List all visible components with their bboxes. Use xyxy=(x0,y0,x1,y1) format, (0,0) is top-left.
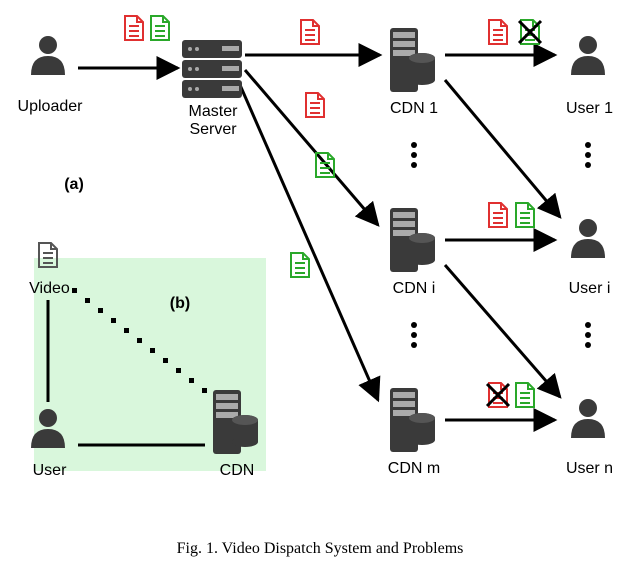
user-b-label: User xyxy=(22,462,77,480)
user1-label: User 1 xyxy=(557,100,622,118)
user-dots-1 xyxy=(585,142,591,168)
doc-red-to-useri xyxy=(489,203,507,227)
cdnm-label: CDN m xyxy=(378,460,450,478)
doc-green-upload xyxy=(151,16,169,40)
video-doc-icon xyxy=(39,243,57,267)
cdn-dots-1 xyxy=(411,142,417,168)
edge-master-cdnm xyxy=(240,85,378,400)
cdni-label: CDN i xyxy=(384,280,444,298)
doc-green-to-cdnm xyxy=(291,253,309,277)
figure-caption: Fig. 1. Video Dispatch System and Proble… xyxy=(0,540,640,558)
video-label: Video xyxy=(22,280,77,298)
panel-a-label: (a) xyxy=(54,176,94,194)
cdn-dots-2 xyxy=(411,322,417,348)
master-server-line2: Server xyxy=(189,121,236,138)
doc-red-to-cdn1 xyxy=(301,20,319,44)
user-dots-2 xyxy=(585,322,591,348)
master-server-label: Master Server xyxy=(178,103,248,138)
doc-green-to-useri xyxy=(516,203,534,227)
doc-red-upload xyxy=(125,16,143,40)
master-server-line1: Master xyxy=(189,103,238,120)
usern-icon xyxy=(571,399,605,438)
uploader-label: Uploader xyxy=(10,98,90,116)
cdnm-icon xyxy=(390,388,435,452)
edge-cdni-usern xyxy=(445,265,560,397)
edge-cdn1-useri xyxy=(445,80,560,217)
uploader-icon xyxy=(31,36,65,75)
cdn1-label: CDN 1 xyxy=(384,100,444,118)
diagram-svg xyxy=(0,0,640,577)
cdn1-icon xyxy=(390,28,435,92)
doc-green-to-usern xyxy=(516,383,534,407)
doc-red-to-cdni xyxy=(306,93,324,117)
useri-label: User i xyxy=(557,280,622,298)
panel-b-label: (b) xyxy=(160,295,200,313)
cdni-icon xyxy=(390,208,435,272)
cdn-b-icon xyxy=(213,390,258,454)
cdn-b-label: CDN xyxy=(212,462,262,480)
useri-icon xyxy=(571,219,605,258)
master-server-icon xyxy=(182,40,242,98)
diagram-canvas: Uploader Master Server CDN 1 CDN i CDN m… xyxy=(0,0,640,577)
user1-icon xyxy=(571,36,605,75)
doc-red-to-user1 xyxy=(489,20,507,44)
user-b-icon xyxy=(31,409,65,448)
usern-label: User n xyxy=(557,460,622,478)
